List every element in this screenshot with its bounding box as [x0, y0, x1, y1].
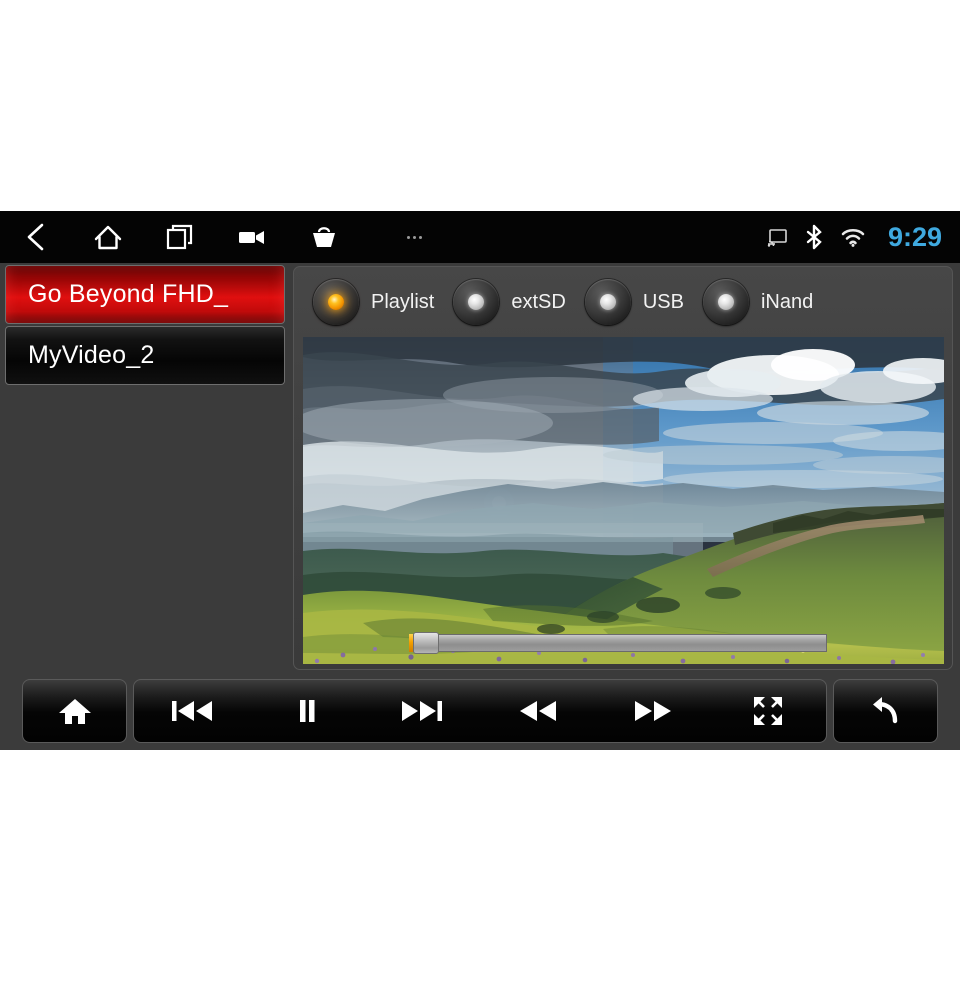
watermark-text: wincairan.ir — [40, 854, 126, 911]
expand-arrows-icon — [754, 697, 783, 725]
basket-icon — [313, 227, 335, 247]
cast-screen-icon[interactable] — [766, 227, 788, 247]
source-led-icon — [599, 294, 616, 310]
nav-home-button[interactable] — [72, 211, 144, 263]
seek-bar-thumb[interactable] — [412, 632, 439, 654]
playlist-sidebar: Go Beyond FHD_ MyVideo_2 — [0, 263, 290, 670]
nav-video-button[interactable] — [216, 211, 288, 263]
watermark-text: wincairan.ir — [120, 0, 206, 56]
status-bar-indicators: 9:29 — [766, 211, 942, 263]
home-button[interactable] — [22, 679, 127, 743]
watermark-text: wincairan.ir — [440, 759, 526, 816]
source-knob-icon — [313, 279, 359, 325]
control-bar — [0, 677, 960, 745]
watermark-text: wincairan.ir — [680, 854, 766, 911]
skip-forward-icon — [402, 701, 443, 721]
source-button-playlist[interactable]: Playlist — [313, 279, 434, 325]
source-label: extSD — [511, 290, 566, 313]
watermark-text: wincairan.ir — [760, 759, 846, 816]
video-frame-image — [303, 337, 944, 664]
watermark-text: wincairan.ir — [920, 759, 960, 816]
watermark-text: wincairan.ir — [120, 949, 206, 1006]
source-label: Playlist — [371, 290, 435, 313]
watermark-text: wincairan.ir — [840, 94, 926, 151]
playlist-item[interactable]: MyVideo_2 — [5, 326, 285, 385]
rewind-icon — [519, 701, 556, 721]
playlist-item-selected[interactable]: Go Beyond FHD_ — [5, 265, 285, 324]
seek-bar-track[interactable] — [409, 634, 827, 652]
source-button-inand[interactable]: iNand — [702, 279, 814, 325]
player-panel: Playlist extSD USB iNand — [293, 266, 953, 670]
watermark-text: wincairan.ir — [200, 94, 286, 151]
wifi-icon[interactable] — [840, 226, 866, 248]
watermark-text: wincairan.ir — [520, 94, 606, 151]
nav-recents-button[interactable] — [144, 211, 216, 263]
source-selector-bar: Playlist extSD USB iNand — [294, 267, 952, 337]
watermark-text: wincairan.ir — [520, 854, 606, 911]
playlist-item-label: MyVideo_2 — [28, 341, 155, 369]
watermark-text: wincairan.ir — [0, 759, 46, 816]
nav-apps-button[interactable] — [288, 211, 360, 263]
watermark-text: wincairan.ir — [440, 949, 526, 1006]
bluetooth-icon[interactable] — [805, 224, 823, 250]
home-icon — [94, 225, 122, 250]
video-surface[interactable] — [303, 337, 944, 664]
watermark-text: wincairan.ir — [280, 0, 366, 56]
watermark-text: wincairan.ir — [120, 759, 206, 816]
pause-icon — [299, 700, 315, 722]
seek-bar[interactable] — [409, 632, 827, 654]
watermark-text: wincairan.ir — [920, 0, 960, 56]
ellipsis-icon — [406, 235, 422, 239]
pause-button[interactable] — [264, 680, 350, 742]
watermark-text: wincairan.ir — [440, 0, 526, 56]
watermark-text: wincairan.ir — [200, 854, 286, 911]
fast-forward-icon — [634, 701, 671, 721]
fullscreen-button[interactable] — [725, 680, 811, 742]
source-label: USB — [642, 290, 684, 313]
watermark-text: wincairan.ir — [920, 949, 960, 1006]
source-knob-icon — [453, 279, 500, 325]
watermark-text: wincairan.ir — [360, 854, 446, 911]
watermark-text: wincairan.ir — [600, 759, 686, 816]
watermark-text: wincairan.ir — [0, 0, 46, 56]
source-led-icon — [717, 294, 734, 310]
head-unit-screen: 9:29 Go Beyond FHD_ MyVideo_2 Playlist e… — [0, 211, 960, 750]
skip-back-icon — [171, 701, 212, 721]
return-arrow-icon — [872, 697, 897, 724]
source-label: iNand — [760, 290, 814, 313]
back-button[interactable] — [833, 679, 938, 743]
source-led-icon — [328, 294, 344, 310]
status-bar-nav — [0, 211, 468, 263]
watermark-text: wincairan.ir — [760, 0, 846, 56]
watermark-text: wincairan.ir — [680, 94, 766, 151]
source-led-icon — [468, 294, 485, 310]
playlist-item-label: Go Beyond FHD_ — [28, 280, 229, 308]
home-filled-icon — [58, 699, 91, 724]
source-button-usb[interactable]: USB — [584, 279, 684, 325]
chevron-left-icon — [27, 223, 44, 251]
watermark-text: wincairan.ir — [840, 854, 926, 911]
nav-back-button[interactable] — [0, 211, 72, 263]
watermark-text: wincairan.ir — [600, 949, 686, 1006]
transport-controls — [133, 679, 827, 743]
source-button-extsd[interactable]: extSD — [453, 279, 566, 325]
nav-more-button[interactable] — [360, 211, 468, 263]
watermark-text: wincairan.ir — [280, 759, 366, 816]
status-bar-clock: 9:29 — [887, 221, 942, 252]
source-knob-icon — [584, 279, 631, 325]
status-bar: 9:29 — [0, 211, 960, 263]
recents-squares-icon — [166, 224, 193, 250]
watermark-text: wincairan.ir — [0, 949, 46, 1006]
video-camera-icon — [239, 231, 264, 244]
next-track-button[interactable] — [379, 680, 465, 742]
fast-forward-button[interactable] — [610, 680, 696, 742]
previous-track-button[interactable] — [149, 680, 235, 742]
watermark-text: wincairan.ir — [280, 949, 366, 1006]
watermark-text: wincairan.ir — [360, 94, 446, 151]
watermark-text: wincairan.ir — [600, 0, 686, 56]
watermark-text: wincairan.ir — [760, 949, 846, 1006]
source-knob-icon — [702, 279, 749, 325]
watermark-text: wincairan.ir — [40, 94, 126, 151]
rewind-button[interactable] — [495, 680, 581, 742]
